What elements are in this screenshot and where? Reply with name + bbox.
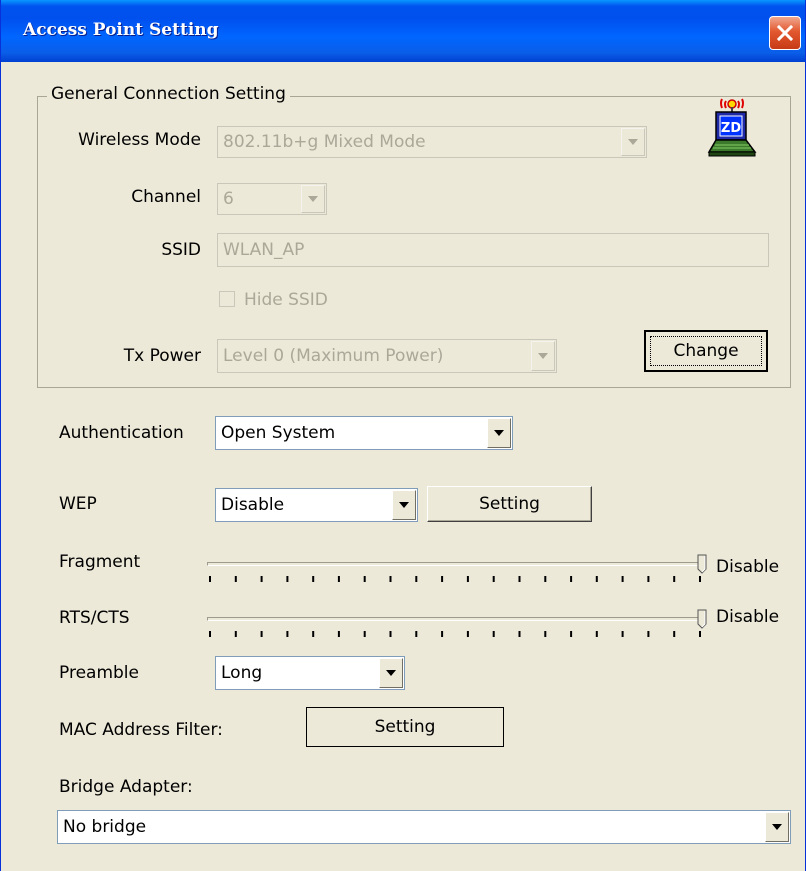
slider-tick: [363, 631, 366, 637]
wireless-computer-icon: ZD: [707, 98, 757, 157]
tx-power-select[interactable]: Level 0 (Maximum Power): [217, 339, 557, 373]
slider-tick: [337, 576, 340, 582]
ssid-input[interactable]: WLAN_AP: [217, 233, 769, 267]
chevron-down-icon: [628, 139, 638, 145]
slider-tick: [544, 631, 547, 637]
chevron-down-icon: [494, 430, 504, 436]
rts-cts-label: RTS/CTS: [59, 608, 130, 628]
slider-tick: [337, 631, 340, 637]
slider-tick: [699, 631, 701, 637]
wep-select[interactable]: Disable: [215, 488, 418, 522]
close-icon: [777, 25, 793, 41]
slider-tick: [209, 631, 211, 637]
slider-tick: [673, 631, 676, 637]
mac-filter-label: MAC Address Filter:: [59, 720, 223, 740]
chevron-down-icon: [386, 670, 396, 676]
slider-tick: [441, 576, 444, 582]
slider-tick: [415, 576, 418, 582]
channel-label: Channel: [131, 187, 201, 207]
slider-tick: [518, 631, 521, 637]
wep-label: WEP: [59, 494, 97, 514]
tx-power-label: Tx Power: [123, 346, 201, 366]
ssid-label: SSID: [161, 240, 201, 260]
rts-cts-value: Disable: [716, 607, 780, 627]
slider-tick: [466, 631, 469, 637]
slider-tick: [363, 576, 366, 582]
rts-cts-slider-thumb[interactable]: [697, 609, 707, 629]
hide-ssid-checkbox[interactable]: [219, 291, 235, 307]
slider-tick: [209, 576, 211, 582]
slider-tick: [389, 631, 392, 637]
hide-ssid-label: Hide SSID: [244, 290, 328, 310]
channel-select[interactable]: 6: [217, 183, 327, 215]
preamble-label: Preamble: [59, 663, 139, 683]
slider-tick: [312, 576, 315, 582]
slider-tick: [234, 631, 237, 637]
preamble-select[interactable]: Long: [215, 656, 405, 690]
slider-tick: [492, 576, 495, 582]
fragment-slider-track[interactable]: [207, 562, 703, 566]
rts-cts-slider-track[interactable]: [207, 617, 703, 621]
slider-tick: [647, 631, 650, 637]
general-connection-legend: General Connection Setting: [47, 84, 290, 104]
slider-tick: [312, 631, 315, 637]
chevron-down-icon: [538, 353, 548, 359]
slider-tick: [389, 576, 392, 582]
slider-tick: [492, 631, 495, 637]
fragment-ticks: [209, 576, 701, 582]
slider-tick: [286, 631, 289, 637]
slider-tick: [621, 576, 624, 582]
mac-filter-setting-button[interactable]: Setting: [306, 707, 504, 747]
wireless-mode-select[interactable]: 802.11b+g Mixed Mode: [217, 126, 647, 158]
wireless-mode-label: Wireless Mode: [78, 130, 201, 150]
chevron-down-icon: [308, 196, 318, 202]
slider-tick: [570, 631, 573, 637]
fragment-label: Fragment: [59, 552, 141, 572]
slider-tick: [544, 576, 547, 582]
authentication-select[interactable]: Open System: [215, 416, 513, 450]
chevron-down-icon: [772, 824, 782, 830]
slider-tick: [699, 576, 701, 582]
slider-tick: [570, 576, 573, 582]
close-button[interactable]: [769, 16, 801, 50]
slider-tick: [621, 631, 624, 637]
change-button[interactable]: Change: [644, 330, 768, 372]
fragment-slider-thumb[interactable]: [697, 554, 707, 574]
window-title: Access Point Setting: [23, 20, 219, 40]
slider-tick: [673, 576, 676, 582]
slider-tick: [518, 576, 521, 582]
slider-tick: [647, 576, 650, 582]
access-point-setting-window: Access Point Setting General Connection …: [0, 0, 806, 871]
fragment-value: Disable: [716, 557, 780, 577]
chevron-down-icon: [399, 502, 409, 508]
slider-tick: [260, 631, 263, 637]
title-bar[interactable]: Access Point Setting: [1, 0, 805, 62]
slider-tick: [286, 576, 289, 582]
wep-setting-button[interactable]: Setting: [427, 486, 592, 522]
slider-tick: [595, 631, 598, 637]
slider-tick: [466, 576, 469, 582]
bridge-adapter-label: Bridge Adapter:: [59, 777, 193, 797]
slider-tick: [260, 576, 263, 582]
rts-cts-ticks: [209, 631, 701, 637]
slider-tick: [595, 576, 598, 582]
svg-text:ZD: ZD: [721, 121, 741, 136]
slider-tick: [415, 631, 418, 637]
authentication-label: Authentication: [59, 423, 184, 443]
bridge-adapter-select[interactable]: No bridge: [57, 810, 791, 844]
slider-tick: [441, 631, 444, 637]
slider-tick: [234, 576, 237, 582]
